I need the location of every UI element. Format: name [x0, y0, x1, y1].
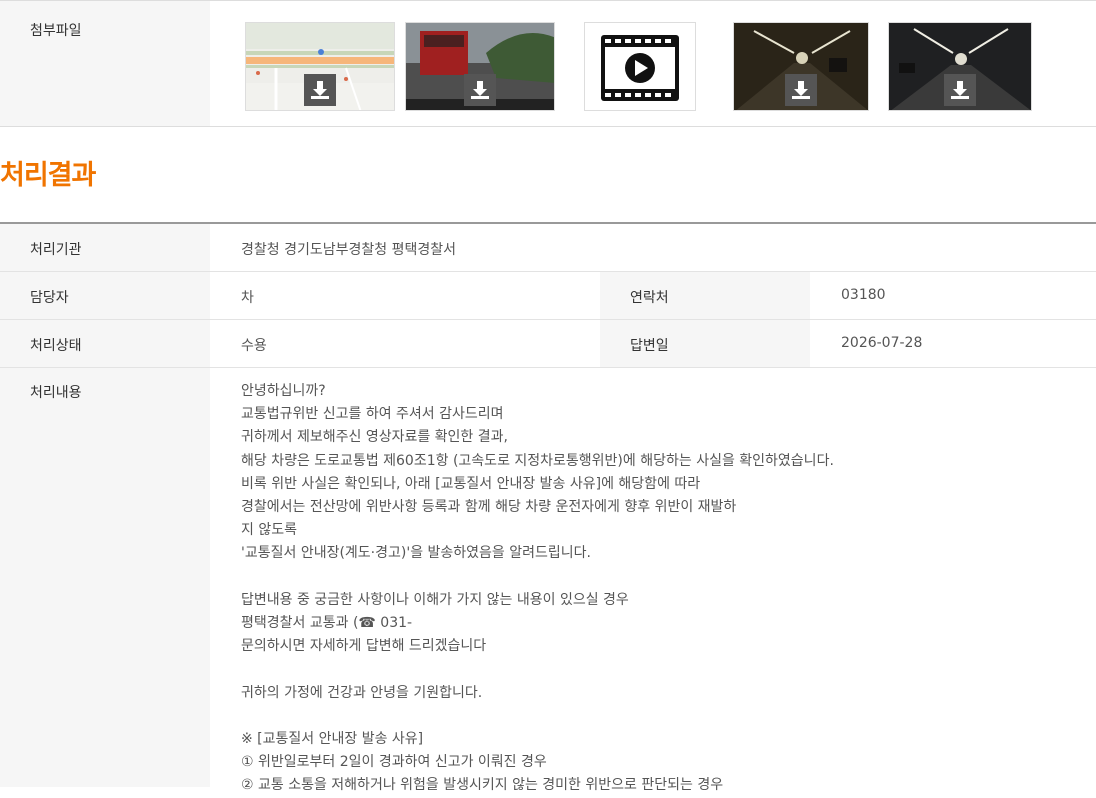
content-line: 안녕하십니까?	[241, 383, 326, 399]
video-play-icon	[601, 35, 679, 101]
content-line: ※ [교통질서 안내장 발송 사유]	[241, 731, 424, 747]
content-line	[241, 566, 1061, 589]
manager-label: 담당자	[30, 290, 69, 306]
agency-label: 처리기관	[30, 242, 82, 258]
content-line: ① 위반일로부터 2일이 경과하여 신고가 이뤄진 경우	[241, 754, 547, 771]
attachments-label: 첨부파일	[30, 23, 82, 39]
contact-label: 연락처	[630, 290, 669, 306]
attachments-row: 첨부파일	[0, 0, 1096, 127]
agency-value: 경찰청 경기도남부경찰청 평택경찰서	[241, 242, 456, 258]
attachment-bus-photo-thumbnail[interactable]	[405, 22, 555, 111]
manager-value: 차	[241, 290, 254, 306]
attachment-video-thumbnail[interactable]	[584, 22, 696, 111]
attachment-map-thumbnail[interactable]	[245, 22, 395, 111]
download-icon[interactable]	[304, 74, 336, 106]
attachment-tunnel-photo-thumbnail[interactable]	[888, 22, 1032, 111]
section-title: 처리결과	[0, 160, 96, 191]
content-line: 비록 위반 사실은 확인되나, 아래 [교통질서 안내장 발송 사유]에 해당함…	[241, 475, 701, 492]
content-label: 처리내용	[30, 385, 82, 401]
content-line: 귀하께서 제보해주신 영상자료를 확인한 결과,	[241, 429, 508, 446]
status-label: 처리상태	[30, 338, 82, 354]
download-icon[interactable]	[944, 74, 976, 106]
reply-date-value: 2026-07-28	[841, 335, 923, 351]
contact-value: 03180	[841, 287, 886, 303]
manager-row: 담당자 차 연락처 03180	[0, 272, 1096, 320]
content-line: 해당 차량은 도로교통법 제60조1항 (고속도로 지정차로통행위반)에 해당하…	[241, 452, 834, 469]
content-label-cell: 처리내용	[0, 368, 210, 787]
content-line: 답변내용 중 궁금한 사항이나 이해가 가지 않는 내용이 있으실 경우	[241, 591, 629, 608]
attachment-tunnel-photo-thumbnail[interactable]	[733, 22, 869, 111]
content-line: 평택경찰서 교통과 (☎ 031-	[241, 615, 413, 632]
content-line: 경찰에서는 전산망에 위반사항 등록과 함께 해당 차량 운전자에게 향후 위반…	[241, 499, 737, 516]
status-row: 처리상태 수용 답변일 2026-07-28	[0, 320, 1096, 368]
content-line: '교통질서 안내장(계도·경고)'을 발송하였음을 알려드립니다.	[241, 545, 591, 562]
content-line: ② 교통 소통을 저해하거나 위험을 발생시키지 않는 경미한 위반으로 판단되…	[241, 777, 724, 794]
manager-label-cell: 담당자	[0, 272, 210, 319]
agency-row: 처리기관 경찰청 경기도남부경찰청 평택경찰서	[0, 224, 1096, 272]
download-icon[interactable]	[464, 74, 496, 106]
status-value: 수용	[241, 338, 267, 354]
attachments-label-cell: 첨부파일	[0, 1, 210, 126]
content-line: 지 않도록	[241, 522, 297, 539]
agency-label-cell: 처리기관	[0, 224, 210, 271]
content-body: 안녕하십니까? 교통법규위반 신고를 하여 주셔서 감사드리며 귀하께서 제보해…	[241, 380, 1061, 798]
content-line: 귀하의 가정에 건강과 안녕을 기원합니다.	[241, 684, 483, 701]
content-line: 교통법규위반 신고를 하여 주셔서 감사드리며	[241, 406, 504, 423]
download-icon[interactable]	[785, 74, 817, 106]
content-line	[241, 705, 1061, 728]
content-line: 문의하시면 자세하게 답변해 드리겠습니다	[241, 638, 487, 655]
content-line	[241, 658, 1061, 681]
reply-date-label: 답변일	[630, 338, 669, 354]
status-label-cell: 처리상태	[0, 320, 210, 367]
